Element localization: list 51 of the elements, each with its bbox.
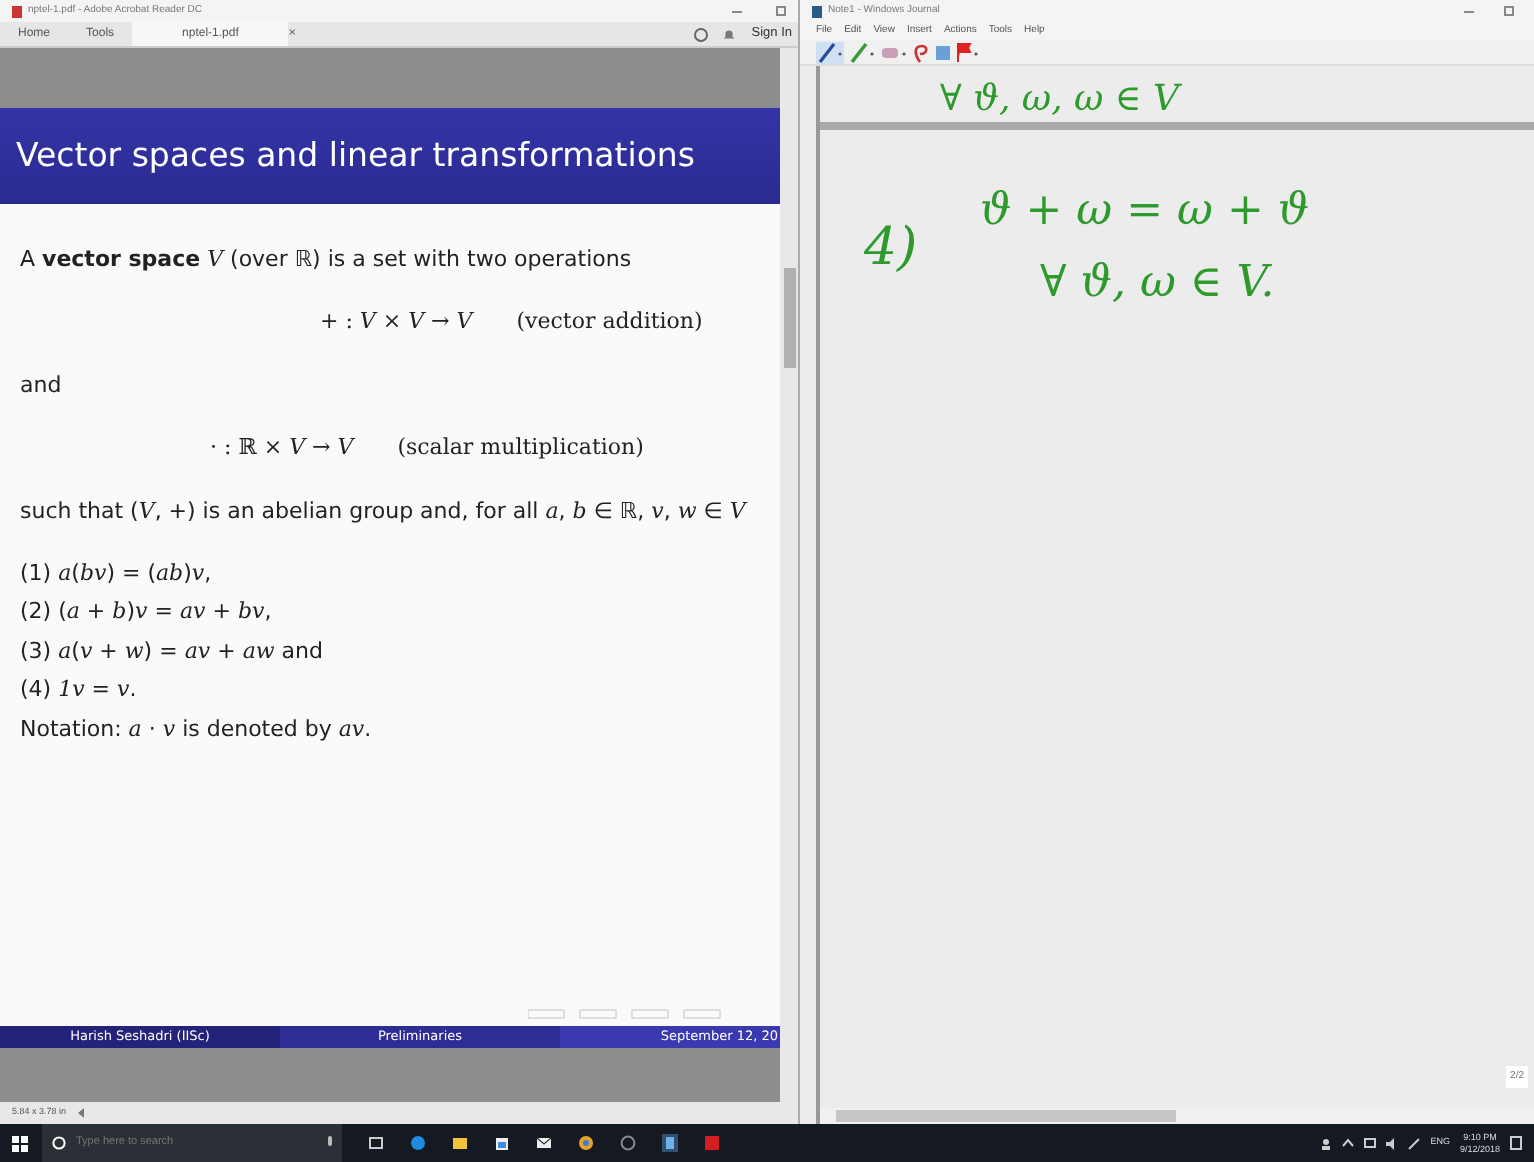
slide-text: A vector space V (over ℝ) is a set with two operations (20, 244, 634, 276)
circle-icon[interactable] (620, 1134, 636, 1152)
slide-text: and (20, 370, 64, 402)
shopping-bag-icon[interactable] (494, 1134, 510, 1152)
microphone-icon[interactable] (326, 1136, 334, 1150)
handwritten-text: ∀ ϑ, ω ∈ V. (1040, 262, 1275, 306)
list-item: (4) 1v = v. (20, 674, 139, 706)
formula-note: (vector addition) (516, 305, 703, 337)
browser-icon[interactable] (410, 1134, 426, 1152)
list-item: (1) a(bv) = (ab)v, (20, 557, 214, 589)
scroll-left-icon[interactable] (78, 1108, 87, 1118)
task-view-icon[interactable] (368, 1134, 384, 1152)
network-icon[interactable] (1364, 1137, 1377, 1149)
formula-note: (scalar multiplication) (397, 431, 644, 463)
list-item: (2) (a + b)v = av + bv, (20, 596, 274, 628)
pdf-icon[interactable] (704, 1134, 720, 1152)
speaker-icon[interactable] (1386, 1137, 1399, 1149)
handwritten-text: ϑ + ω = ω + ϑ (980, 190, 1310, 234)
journal-icon (812, 5, 822, 17)
help-icon[interactable] (693, 27, 708, 41)
windows-logo-icon[interactable] (12, 1135, 28, 1151)
maximize-icon[interactable] (776, 6, 786, 16)
round-app-icon[interactable] (578, 1134, 594, 1152)
slide-text: such that (V, +) is an abelian group and, for all a, b ∈ ℝ, v, w ∈ V (20, 496, 750, 528)
handwritten-text: 4) (864, 222, 920, 274)
folder-icon[interactable] (452, 1134, 468, 1152)
notification-icon[interactable] (1510, 1136, 1522, 1150)
formula: + : V × V → V (320, 305, 473, 337)
highlighter-icon[interactable] (848, 41, 876, 63)
flag-icon[interactable] (956, 41, 980, 63)
journal-icon[interactable] (662, 1134, 678, 1152)
slide-text: Notation: a · v is denoted by av. (20, 713, 374, 745)
mail-icon[interactable] (536, 1134, 552, 1152)
search-icon (52, 1136, 66, 1150)
minimize-icon[interactable] (1464, 6, 1474, 16)
bell-icon[interactable] (723, 27, 734, 41)
scrollbar[interactable] (820, 1108, 1534, 1124)
lasso-icon[interactable] (912, 41, 930, 63)
formula: · : ℝ × V → V (210, 431, 354, 463)
slide-title: Vector spaces and linear transformations (0, 108, 780, 204)
chevron-up-icon[interactable] (1342, 1138, 1355, 1148)
pdf-icon (12, 5, 22, 17)
scrollbar[interactable] (780, 48, 798, 1102)
minimize-icon[interactable] (732, 6, 742, 16)
list-item: (3) a(v + w) = av + aw and (20, 635, 325, 667)
pen-icon[interactable] (816, 41, 844, 63)
maximize-icon[interactable] (1504, 6, 1514, 16)
people-icon[interactable] (1320, 1137, 1333, 1149)
handwritten-text: ∀ ϑ, ω, ω ∈ V (940, 82, 1179, 118)
pen-icon[interactable] (1408, 1137, 1421, 1149)
insert-space-icon[interactable] (934, 41, 952, 63)
